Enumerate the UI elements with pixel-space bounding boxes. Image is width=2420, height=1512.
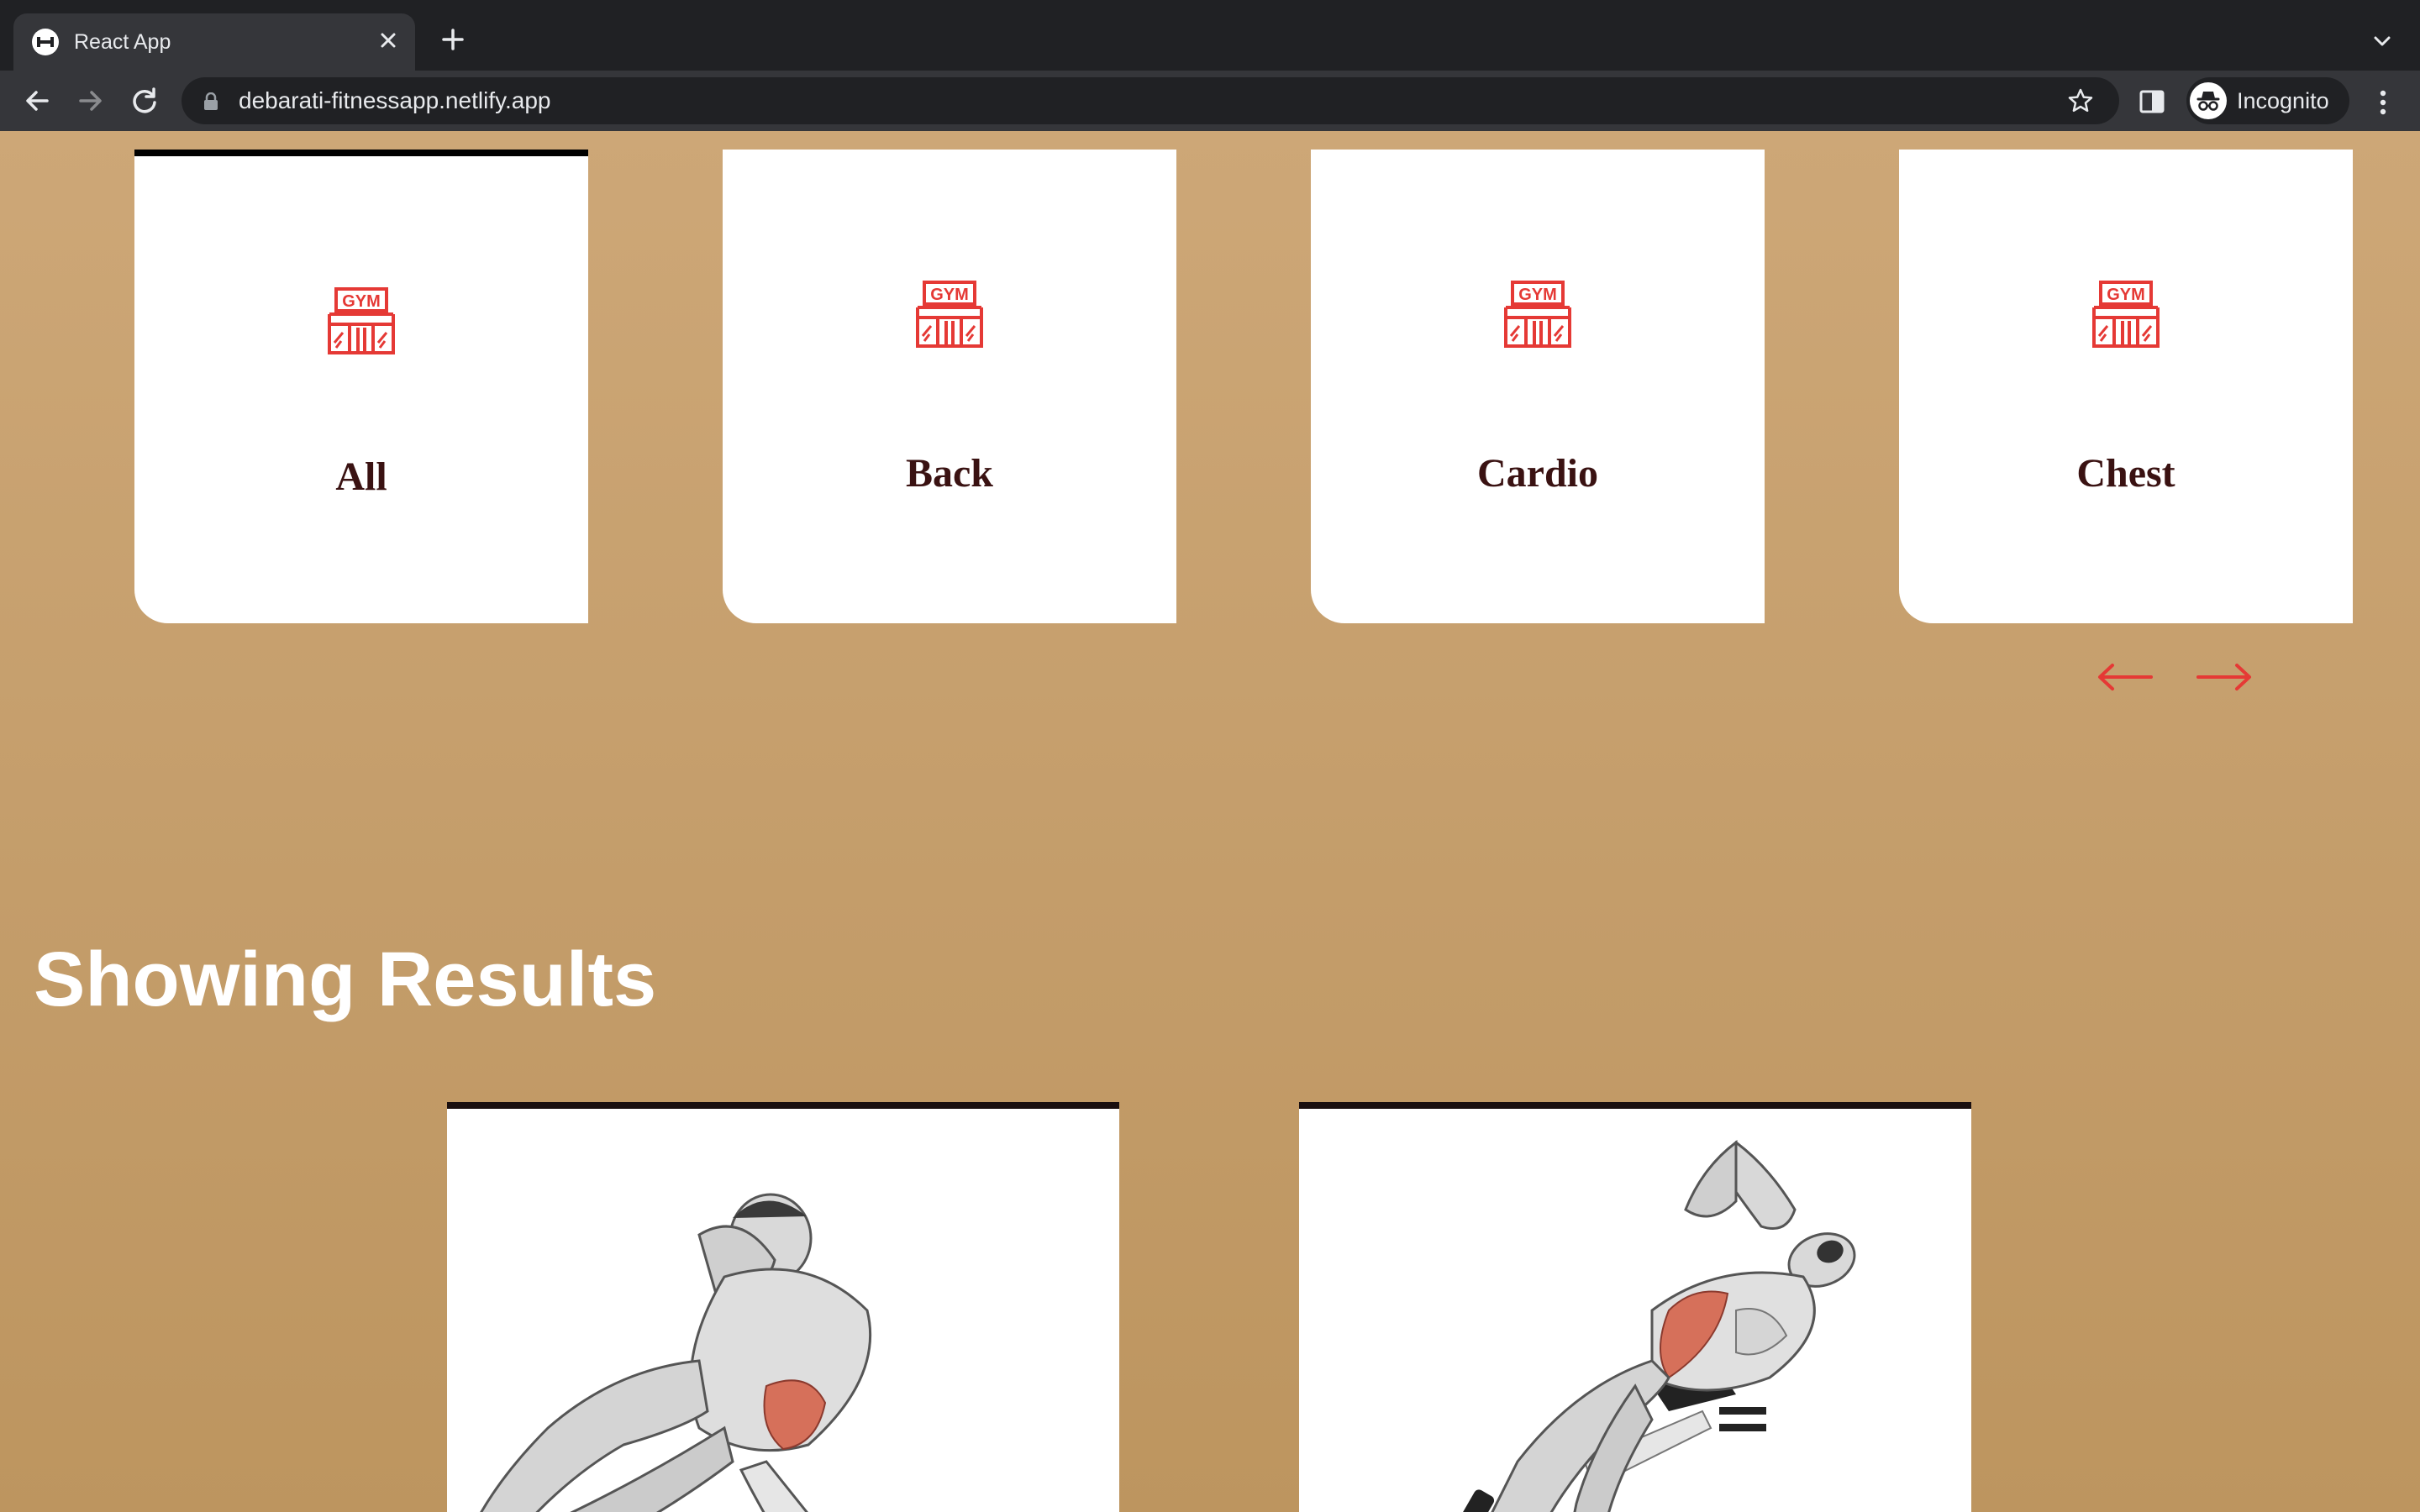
gym-icon: GYM <box>326 286 397 356</box>
arrow-right-icon[interactable] <box>72 82 109 119</box>
browser-toolbar: debarati-fitnessapp.netlify.app Incognit… <box>0 71 2420 131</box>
gym-icon: GYM <box>1502 279 1573 349</box>
side-panel-icon[interactable] <box>2138 87 2166 116</box>
body-part-label: All <box>335 454 387 499</box>
lock-icon[interactable] <box>203 92 218 111</box>
incognito-label: Incognito <box>2237 88 2329 113</box>
svg-text:GYM: GYM <box>930 286 969 304</box>
exercise-card[interactable] <box>447 1102 1119 1512</box>
exercise-illustration-crunch <box>480 1193 872 1512</box>
plus-icon[interactable] <box>439 25 467 54</box>
body-part-card-back[interactable]: GYM Back <box>723 150 1176 623</box>
arrow-left-icon[interactable] <box>2096 660 2154 694</box>
arrow-left-icon[interactable] <box>18 82 55 119</box>
address-bar[interactable]: debarati-fitnessapp.netlify.app <box>182 77 2119 124</box>
star-icon[interactable] <box>2067 87 2094 114</box>
tab-title: React App <box>74 30 171 54</box>
url-text[interactable]: debarati-fitnessapp.netlify.app <box>239 87 551 114</box>
reload-icon[interactable] <box>126 82 163 119</box>
arrow-right-icon[interactable] <box>2195 660 2254 694</box>
kebab-menu-icon[interactable] <box>2368 86 2398 119</box>
body-part-label: Chest <box>2076 451 2175 496</box>
incognito-profile-button[interactable]: Incognito <box>2186 77 2349 124</box>
svg-text:GYM: GYM <box>1518 286 1557 304</box>
body-part-card-chest[interactable]: GYM Chest <box>1899 150 2353 623</box>
exercise-card[interactable] <box>1299 1102 1971 1512</box>
close-icon[interactable] <box>375 27 402 54</box>
tab-strip: React App <box>0 0 2420 71</box>
gym-icon: GYM <box>914 279 985 349</box>
dumbbell-icon <box>32 29 59 55</box>
svg-text:GYM: GYM <box>342 292 381 311</box>
svg-text:GYM: GYM <box>2107 286 2145 304</box>
body-part-card-all[interactable]: GYM All <box>134 150 588 623</box>
body-part-card-cardio[interactable]: GYM Cardio <box>1311 150 1765 623</box>
results-heading: Showing Results <box>34 937 657 1022</box>
browser-tab[interactable]: React App <box>13 13 415 71</box>
gym-icon: GYM <box>2091 279 2161 349</box>
body-part-label: Back <box>905 451 993 496</box>
page-viewport: GYM All GYM Back GYM Cardio GYM Chest Sh… <box>0 131 2420 1512</box>
body-part-label: Cardio <box>1477 451 1598 496</box>
exercise-illustration-decline-crunch <box>1461 1139 1856 1512</box>
incognito-icon <box>2190 82 2227 119</box>
chevron-down-icon[interactable] <box>2370 29 2395 54</box>
